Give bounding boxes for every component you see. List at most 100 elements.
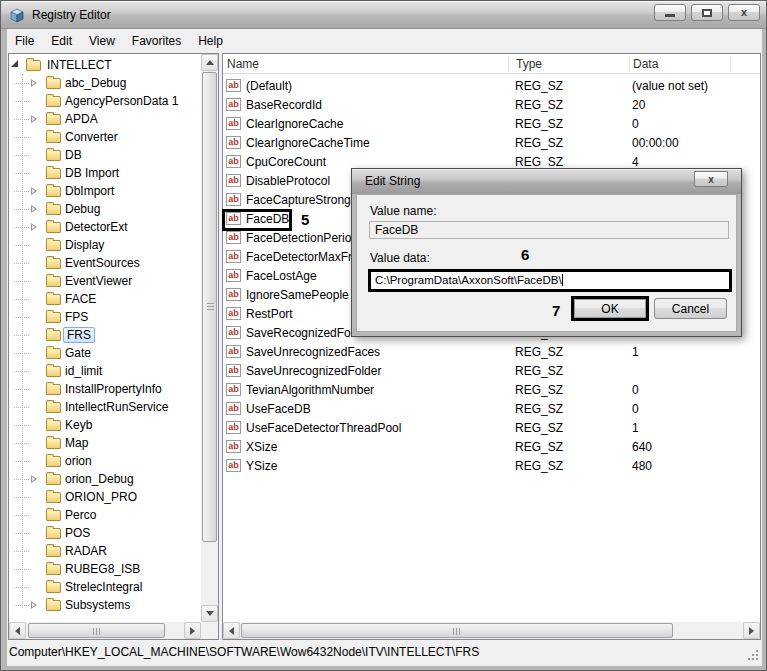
scroll-left-button[interactable]: [223, 622, 240, 639]
value-name[interactable]: UseFaceDB: [246, 402, 311, 416]
scroll-right-button[interactable]: [184, 622, 201, 639]
tree-item-label[interactable]: RUBEG8_ISB: [65, 562, 140, 576]
tree-item-label[interactable]: DB Import: [65, 166, 119, 180]
minimize-button[interactable]: [654, 4, 686, 21]
ok-button[interactable]: OK: [574, 299, 646, 318]
dialog-close-button[interactable]: x: [694, 171, 728, 187]
tree-item-label[interactable]: EventSources: [65, 256, 140, 270]
tree-item-Display[interactable]: Display: [9, 236, 200, 254]
tree-item-InstallPropertyInfo[interactable]: InstallPropertyInfo: [9, 380, 200, 398]
expand-icon[interactable]: [31, 205, 37, 214]
value-row-ClearIgnoreCache[interactable]: abClearIgnoreCacheREG_SZ0: [223, 114, 760, 133]
value-name[interactable]: RestPort: [246, 307, 293, 321]
tree-item-label[interactable]: EventViewer: [65, 274, 132, 288]
cancel-button[interactable]: Cancel: [654, 298, 727, 319]
tree-vscroll-thumb[interactable]: [202, 72, 217, 542]
tree-item-DetectorExt[interactable]: DetectorExt: [9, 218, 200, 236]
resize-grip[interactable]: [747, 649, 759, 661]
tree-item-label[interactable]: StrelecIntegral: [65, 580, 142, 594]
tree-item-AgencyPersonData-1[interactable]: AgencyPersonData 1: [9, 92, 200, 110]
expand-icon[interactable]: [31, 187, 37, 196]
tree-item-orion[interactable]: orion: [9, 452, 200, 470]
collapse-icon[interactable]: [11, 60, 18, 67]
tree-item-StrelecIntegral[interactable]: StrelecIntegral: [9, 578, 200, 596]
value-row-ClearIgnoreCacheTime[interactable]: abClearIgnoreCacheTimeREG_SZ00:00:00: [223, 133, 760, 152]
tree-item-Gate[interactable]: Gate: [9, 344, 200, 362]
tree-item-Debug[interactable]: Debug: [9, 200, 200, 218]
tree-item-id_limit[interactable]: id_limit: [9, 362, 200, 380]
value-name[interactable]: ClearIgnoreCacheTime: [246, 136, 370, 150]
tree-item-label[interactable]: RADAR: [65, 544, 107, 558]
value-name[interactable]: UseFaceDetectorThreadPool: [246, 421, 401, 435]
tree-item-Map[interactable]: Map: [9, 434, 200, 452]
tree-item-EventViewer[interactable]: EventViewer: [9, 272, 200, 290]
value-row-Default[interactable]: ab(Default)REG_SZ(value not set): [223, 76, 760, 95]
tree-item-label[interactable]: POS: [65, 526, 90, 540]
tree-item-DbImport[interactable]: DbImport: [9, 182, 200, 200]
column-separator[interactable]: [508, 56, 509, 72]
expand-icon[interactable]: [31, 115, 37, 124]
tree-item-label[interactable]: Gate: [65, 346, 91, 360]
tree-item-EventSources[interactable]: EventSources: [9, 254, 200, 272]
column-header-name[interactable]: Name: [227, 57, 259, 71]
tree-item-DB[interactable]: DB: [9, 146, 200, 164]
value-name[interactable]: IgnoreSamePeople: [246, 288, 349, 302]
tree-item-Perco[interactable]: Perco: [9, 506, 200, 524]
menu-help[interactable]: Help: [190, 31, 232, 51]
value-name[interactable]: SaveUnrecognizedFolder: [246, 364, 381, 378]
value-data-field[interactable]: C:\ProgramData\AxxonSoft\FaceDB\: [368, 269, 732, 292]
value-row-TevianAlgorithmNumber[interactable]: abTevianAlgorithmNumberREG_SZ0: [223, 380, 760, 399]
value-name[interactable]: (Default): [246, 79, 292, 93]
tree-item-Converter[interactable]: Converter: [9, 128, 200, 146]
value-name[interactable]: YSize: [246, 459, 277, 473]
tree-item-POS[interactable]: POS: [9, 524, 200, 542]
value-row-SaveUnrecognizedFolder[interactable]: abSaveUnrecognizedFolderREG_SZ: [223, 361, 760, 380]
tree-item-Keyb[interactable]: Keyb: [9, 416, 200, 434]
tree-hscroll-thumb[interactable]: [28, 623, 165, 638]
scroll-down-button[interactable]: [201, 605, 218, 622]
menu-view[interactable]: View: [81, 31, 124, 51]
expand-icon[interactable]: [31, 601, 37, 610]
value-name[interactable]: TevianAlgorithmNumber: [246, 383, 374, 397]
tree-item-label[interactable]: INTELLECT: [47, 58, 112, 72]
value-name-field[interactable]: FaceDB: [369, 221, 729, 239]
tree-item-label[interactable]: FRS: [63, 327, 95, 343]
tree-item-Subsystems[interactable]: Subsystems: [9, 596, 200, 614]
tree-item-label[interactable]: orion_Debug: [65, 472, 134, 486]
column-separator[interactable]: [730, 56, 731, 72]
value-row-YSize[interactable]: abYSizeREG_SZ480: [223, 456, 760, 475]
tree-item-label[interactable]: Converter: [65, 130, 118, 144]
tree-item-label[interactable]: Perco: [65, 508, 96, 522]
tree-item-label[interactable]: Display: [65, 238, 104, 252]
value-row-BaseRecordId[interactable]: abBaseRecordIdREG_SZ20: [223, 95, 760, 114]
scroll-up-button[interactable]: [201, 54, 218, 71]
value-name[interactable]: XSize: [246, 440, 277, 454]
tree-item-label[interactable]: Subsystems: [65, 598, 130, 612]
value-name[interactable]: CpuCoreCount: [246, 155, 326, 169]
tree-item-IntellectRunService[interactable]: IntellectRunService: [9, 398, 200, 416]
tree-item-label[interactable]: DB: [65, 148, 82, 162]
menu-favorites[interactable]: Favorites: [124, 31, 190, 51]
tree-item-FPS[interactable]: FPS: [9, 308, 200, 326]
scroll-right-button[interactable]: [743, 622, 760, 639]
menu-file[interactable]: File: [7, 31, 43, 51]
tree-item-label[interactable]: ORION_PRO: [65, 490, 137, 504]
value-name[interactable]: DisableProtocol: [246, 174, 330, 188]
tree-item-label[interactable]: AgencyPersonData 1: [65, 94, 178, 108]
column-header-type[interactable]: Type: [516, 57, 542, 71]
tree-item-RADAR[interactable]: RADAR: [9, 542, 200, 560]
tree-item-orion_Debug[interactable]: orion_Debug: [9, 470, 200, 488]
tree-item-APDA[interactable]: APDA: [9, 110, 200, 128]
list-horizontal-scrollbar[interactable]: [223, 622, 760, 639]
expand-icon[interactable]: [31, 475, 37, 484]
tree-item-abc_Debug[interactable]: abc_Debug: [9, 74, 200, 92]
tree-item-label[interactable]: Map: [65, 436, 88, 450]
tree-item-label[interactable]: id_limit: [65, 364, 102, 378]
tree-item-ORION_PRO[interactable]: ORION_PRO: [9, 488, 200, 506]
tree-item-FRS[interactable]: FRS: [9, 326, 200, 344]
value-row-SaveUnrecognizedFaces[interactable]: abSaveUnrecognizedFacesREG_SZ1: [223, 342, 760, 361]
tree-item-label[interactable]: abc_Debug: [65, 76, 126, 90]
tree-vertical-scrollbar[interactable]: [201, 54, 218, 622]
tree-item-label[interactable]: InstallPropertyInfo: [65, 382, 162, 396]
tree-horizontal-scrollbar[interactable]: [9, 622, 201, 639]
